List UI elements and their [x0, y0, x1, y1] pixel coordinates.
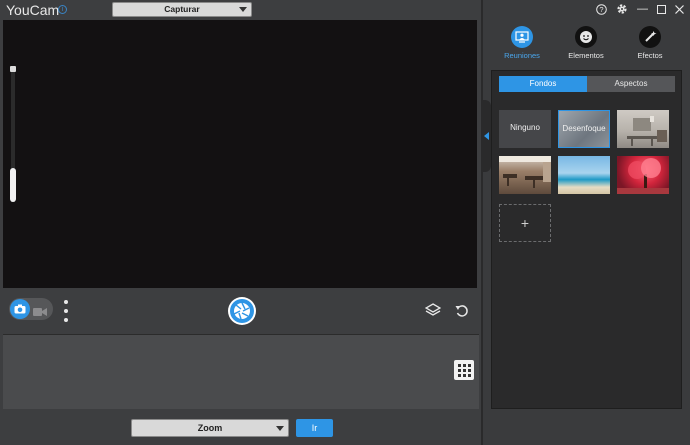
- chevron-down-icon: [239, 7, 247, 12]
- svg-text:?: ?: [599, 5, 603, 14]
- background-none[interactable]: Ninguno: [499, 110, 551, 148]
- tab-reuniones-label: Reuniones: [504, 51, 540, 60]
- tab-reuniones[interactable]: Reuniones: [492, 26, 552, 60]
- rotate-icon[interactable]: [455, 304, 469, 323]
- aperture-icon: [230, 299, 254, 323]
- layers-icon[interactable]: [424, 303, 442, 323]
- capture-tray: [3, 334, 479, 409]
- capture-mode-toggle[interactable]: [9, 298, 53, 320]
- background-blur-label: Desenfoque: [562, 124, 606, 133]
- help-icon[interactable]: ?: [596, 3, 607, 15]
- zoom-slider-top: [10, 66, 16, 72]
- background-room[interactable]: [617, 110, 669, 148]
- tab-efectos-label: Efectos: [637, 51, 663, 60]
- minimize-icon[interactable]: —: [637, 3, 648, 15]
- svg-text:+: +: [591, 30, 594, 36]
- sticker-icon: +: [575, 26, 597, 48]
- tab-elementos[interactable]: + Elementos: [556, 26, 616, 60]
- chevron-down-icon: [276, 426, 284, 431]
- gear-icon[interactable]: [616, 3, 628, 15]
- background-blur[interactable]: Desenfoque: [558, 110, 610, 148]
- mode-select-value: Capturar: [164, 4, 200, 14]
- zoom-select[interactable]: Zoom: [131, 419, 289, 437]
- info-badge-icon[interactable]: i: [58, 5, 67, 14]
- app-title: YouCam: [6, 2, 60, 18]
- window-controls: ? —: [596, 3, 684, 15]
- segment-control: Fondos Aspectos: [499, 76, 675, 92]
- background-beach[interactable]: [558, 156, 610, 194]
- grid-view-icon[interactable]: [454, 360, 474, 380]
- chevron-left-icon: [484, 132, 489, 140]
- camera-preview: [3, 20, 477, 288]
- control-bar: [0, 288, 481, 334]
- maximize-icon[interactable]: [657, 4, 666, 14]
- shutter-button[interactable]: [228, 297, 256, 325]
- add-background-button[interactable]: +: [499, 204, 551, 242]
- segment-aspectos[interactable]: Aspectos: [587, 76, 675, 92]
- camera-icon[interactable]: [10, 299, 30, 319]
- zoom-slider-handle[interactable]: [10, 168, 16, 202]
- tab-efectos[interactable]: Efectos: [620, 26, 680, 60]
- background-cafe[interactable]: [499, 156, 551, 194]
- tab-elementos-label: Elementos: [568, 51, 604, 60]
- background-none-label: Ninguno: [510, 123, 540, 132]
- panel-collapse-tab[interactable]: [482, 100, 491, 172]
- segment-fondos[interactable]: Fondos: [499, 76, 587, 92]
- go-button[interactable]: Ir: [296, 419, 333, 437]
- close-icon[interactable]: [675, 4, 684, 14]
- meeting-icon: [511, 26, 533, 48]
- magic-wand-icon: [639, 26, 661, 48]
- background-tree[interactable]: [617, 156, 669, 194]
- youcam-window: YouCam i Capturar Zoom Ir ? — Reuniones …: [0, 0, 690, 445]
- mode-select[interactable]: Capturar: [112, 2, 252, 17]
- video-camera-icon[interactable]: [33, 304, 47, 322]
- more-options-icon[interactable]: [63, 300, 69, 322]
- zoom-select-value: Zoom: [197, 423, 223, 433]
